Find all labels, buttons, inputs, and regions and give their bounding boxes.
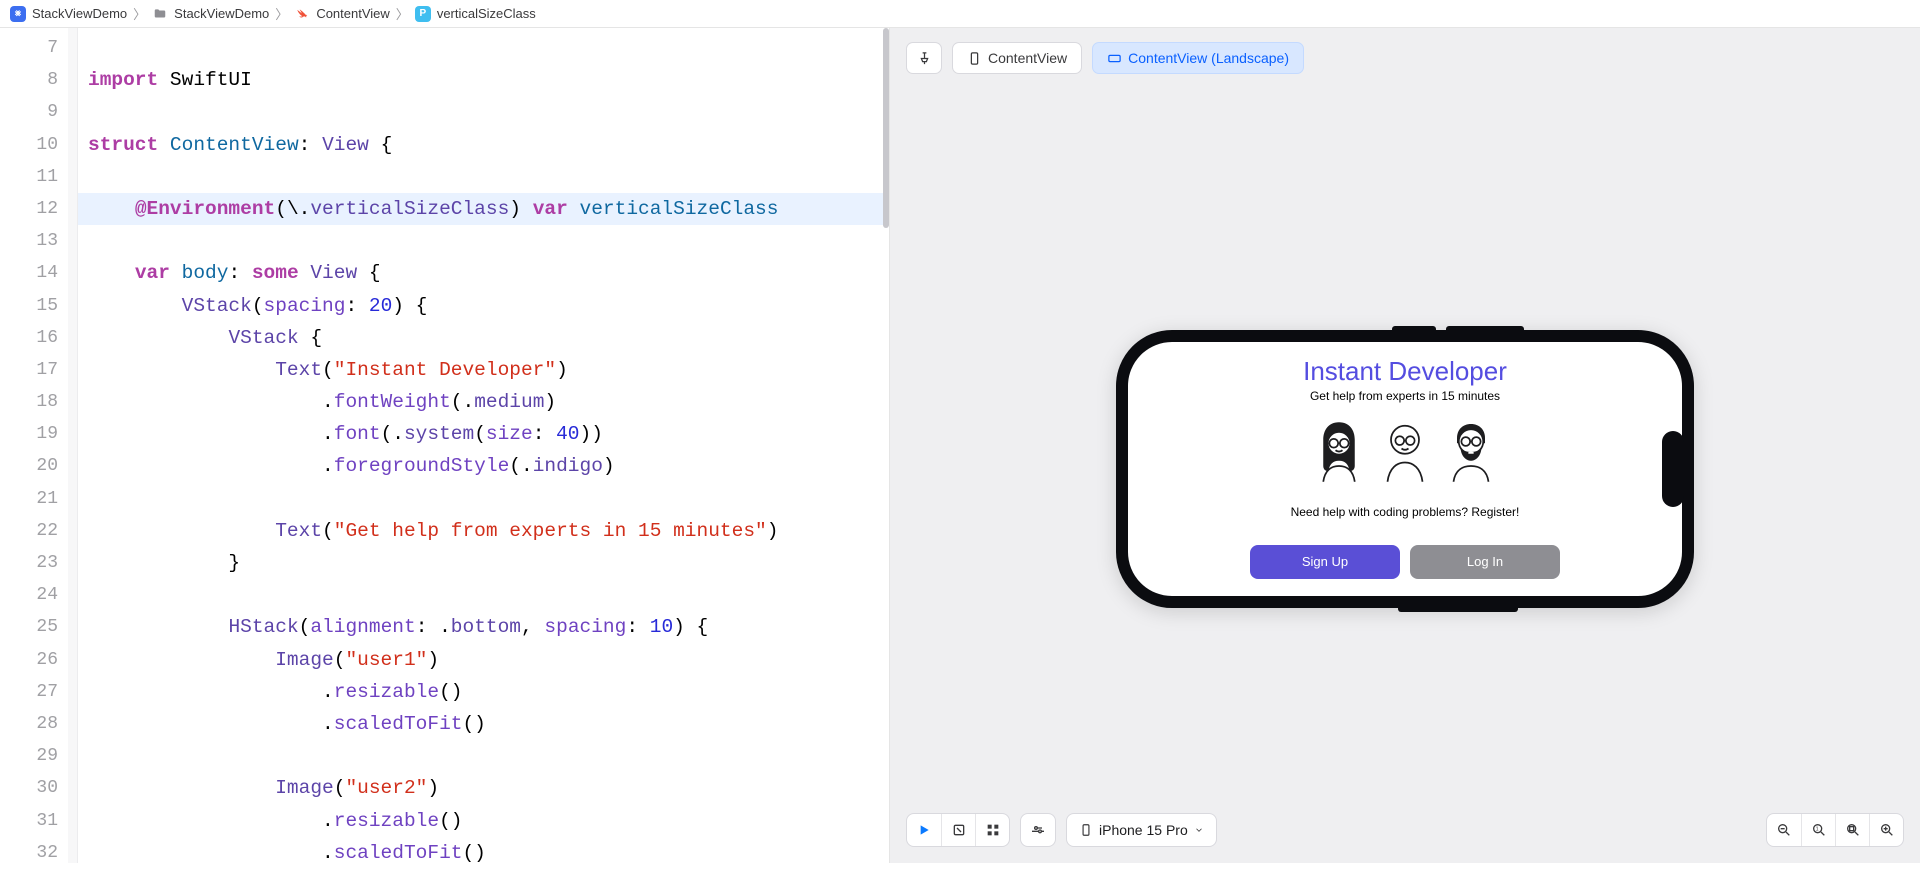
- device-button: [1392, 326, 1436, 331]
- svg-text:1: 1: [1815, 827, 1818, 833]
- signup-button[interactable]: Sign Up: [1250, 545, 1400, 579]
- scrollbar[interactable]: [883, 28, 889, 228]
- chevron-right-icon: 〉: [275, 4, 288, 23]
- preview-canvas: ContentView ContentView (Landscape) Inst…: [890, 28, 1920, 863]
- pin-button[interactable]: [906, 42, 942, 74]
- device-picker-label: iPhone 15 Pro: [1099, 822, 1188, 838]
- folder-icon: [152, 6, 168, 22]
- canvas-toolbar-top: ContentView ContentView (Landscape): [890, 28, 1920, 74]
- preview-tab-label: ContentView: [988, 50, 1067, 66]
- zoom-out-button[interactable]: [1767, 814, 1801, 846]
- fold-ribbon: [68, 28, 78, 863]
- login-button[interactable]: Log In: [1410, 545, 1560, 579]
- app-tagline: Need help with coding problems? Register…: [1291, 505, 1520, 519]
- property-icon: P: [415, 6, 431, 22]
- breadcrumb-folder[interactable]: StackViewDemo: [174, 6, 269, 21]
- avatar-user3: [1444, 417, 1498, 487]
- canvas-toolbar-bottom: iPhone 15 Pro 1: [906, 813, 1904, 847]
- variants-button[interactable]: [975, 814, 1009, 846]
- avatar-user2: [1378, 417, 1432, 487]
- breadcrumb-file[interactable]: ContentView: [316, 6, 389, 21]
- zoom-actual-button[interactable]: 1: [1801, 814, 1835, 846]
- zoom-fit-button[interactable]: [1835, 814, 1869, 846]
- preview-tab-label: ContentView (Landscape): [1128, 50, 1289, 66]
- live-preview-button[interactable]: [907, 814, 941, 846]
- selectable-preview-button[interactable]: [941, 814, 975, 846]
- device-button: [1446, 326, 1524, 331]
- device-settings-button[interactable]: [1020, 813, 1056, 847]
- app-subtitle: Get help from experts in 15 minutes: [1310, 389, 1500, 403]
- swift-file-icon: [294, 6, 310, 22]
- zoom-controls: 1: [1766, 813, 1904, 847]
- avatar-user1: [1312, 417, 1366, 487]
- code-editor[interactable]: 7891011121314151617181920212223242526272…: [0, 28, 890, 863]
- device-frame: Instant Developer Get help from experts …: [1116, 330, 1694, 608]
- zoom-in-button[interactable]: [1869, 814, 1903, 846]
- preview-tab-1[interactable]: ContentView (Landscape): [1092, 42, 1304, 74]
- project-icon: ⨳: [10, 6, 26, 22]
- chevron-right-icon: 〉: [133, 4, 146, 23]
- breadcrumb: ⨳ StackViewDemo 〉 StackViewDemo 〉 Conten…: [0, 0, 1920, 28]
- preview-mode-group: [906, 813, 1010, 847]
- line-gutter: 7891011121314151617181920212223242526272…: [0, 28, 68, 863]
- app-title: Instant Developer: [1303, 356, 1507, 387]
- device-button: [1398, 607, 1518, 612]
- breadcrumb-symbol[interactable]: verticalSizeClass: [437, 6, 536, 21]
- chevron-down-icon: [1194, 825, 1204, 835]
- code-area[interactable]: import SwiftUIstruct ContentView: View {…: [78, 28, 889, 863]
- avatar-row: [1312, 417, 1498, 487]
- app-preview: Instant Developer Get help from experts …: [1128, 342, 1682, 596]
- preview-tab-0[interactable]: ContentView: [952, 42, 1082, 74]
- chevron-right-icon: 〉: [396, 4, 409, 23]
- breadcrumb-project[interactable]: StackViewDemo: [32, 6, 127, 21]
- device-picker[interactable]: iPhone 15 Pro: [1066, 813, 1217, 847]
